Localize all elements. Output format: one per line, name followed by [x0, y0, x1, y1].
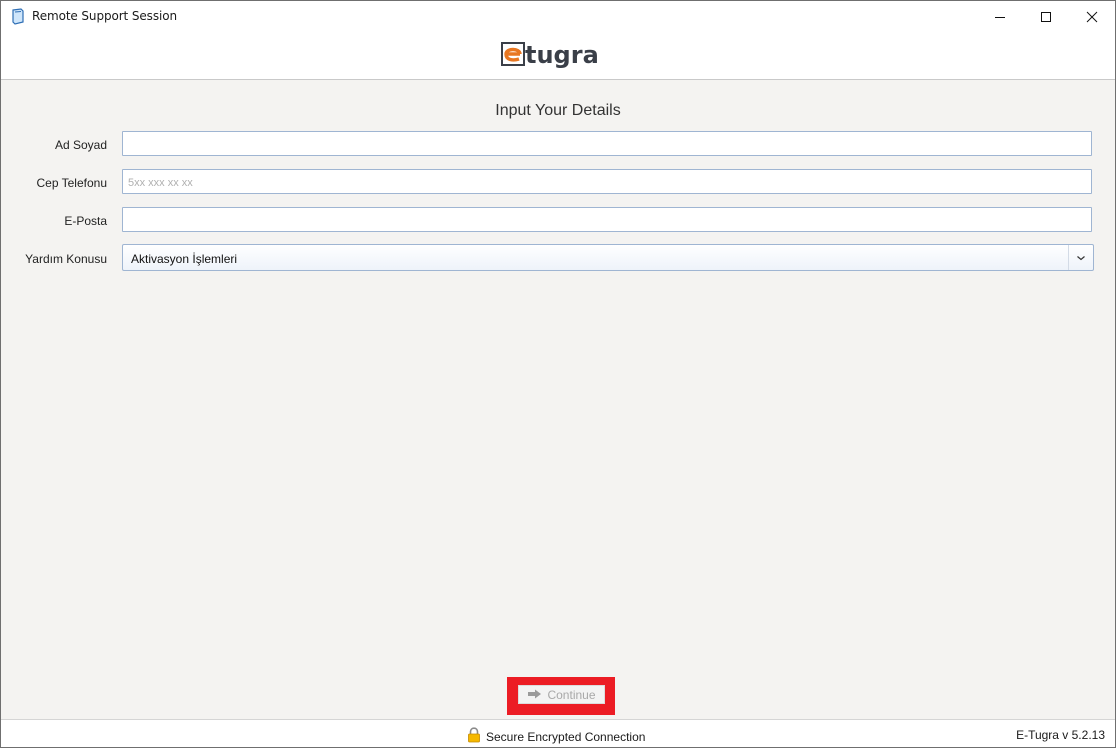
email-label: E-Posta	[64, 214, 107, 228]
email-input[interactable]	[122, 207, 1092, 232]
secure-connection-text: Secure Encrypted Connection	[486, 729, 646, 744]
lock-icon	[467, 727, 481, 746]
close-icon	[1086, 11, 1098, 22]
chevron-down-icon[interactable]	[1068, 245, 1093, 270]
phone-label: Cep Telefonu	[36, 176, 108, 190]
topic-label: Yardım Konusu	[25, 252, 107, 266]
continue-button[interactable]: Continue	[518, 685, 605, 704]
phone-input[interactable]	[122, 169, 1092, 194]
name-input[interactable]	[122, 131, 1092, 156]
remote-support-window: Remote Support Session tugra Input Your …	[0, 0, 1116, 748]
etugra-logo: tugra	[501, 39, 617, 69]
app-document-icon	[11, 8, 25, 25]
maximize-button[interactable]	[1023, 1, 1069, 32]
secure-connection-indicator: Secure Encrypted Connection	[467, 727, 645, 746]
close-button[interactable]	[1069, 1, 1115, 32]
svg-text:tugra: tugra	[525, 41, 599, 69]
continue-label: Continue	[547, 687, 596, 702]
minimize-button[interactable]	[977, 1, 1023, 32]
arrow-right-icon	[527, 688, 542, 702]
name-label: Ad Soyad	[54, 138, 107, 152]
window-title: Remote Support Session	[32, 9, 177, 23]
minimize-icon	[995, 16, 1005, 18]
status-bar: Secure Encrypted Connection E-Tugra v 5.…	[1, 719, 1115, 747]
brand-header: tugra	[1, 32, 1115, 80]
title-bar[interactable]: Remote Support Session	[1, 1, 1115, 32]
form-title: Input Your Details	[495, 102, 621, 119]
version-label: E-Tugra v 5.2.13	[1016, 728, 1105, 742]
maximize-icon	[1041, 11, 1051, 22]
topic-selected-value: Aktivasyon İşlemleri	[131, 252, 238, 266]
topic-select[interactable]: Aktivasyon İşlemleri	[122, 244, 1094, 271]
